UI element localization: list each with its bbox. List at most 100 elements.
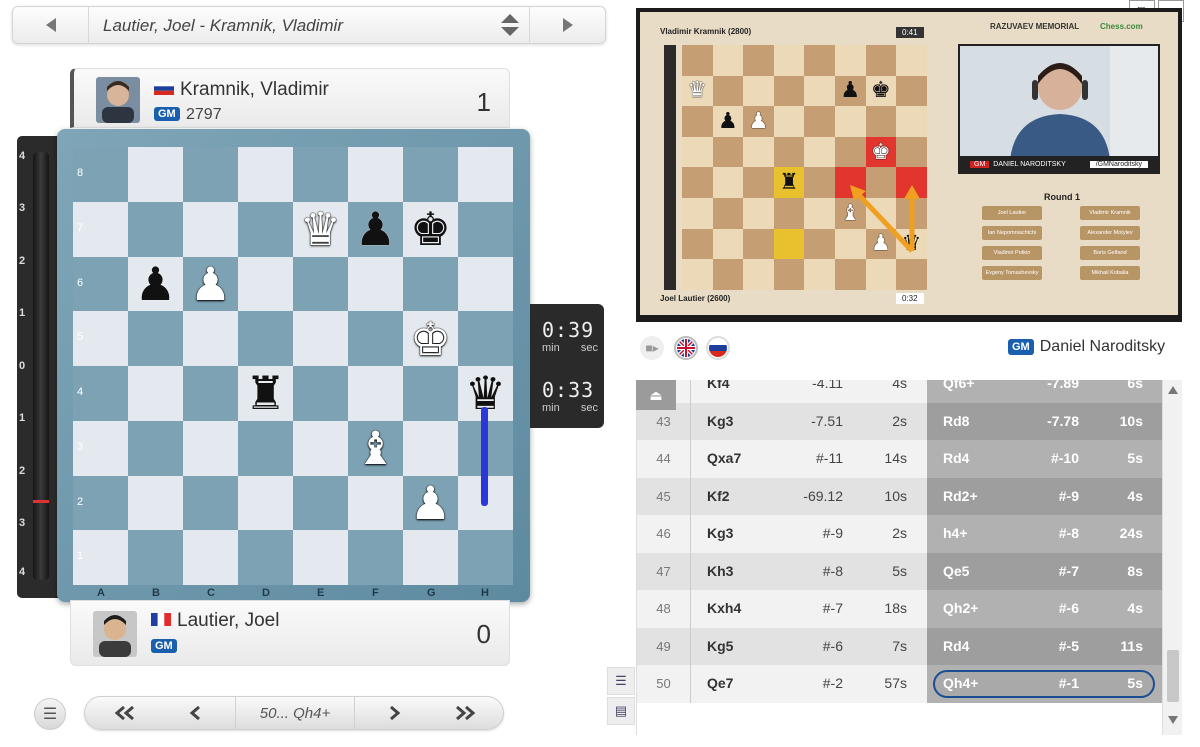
square-c3[interactable] — [183, 420, 238, 476]
white-queen-piece[interactable]: ♛ — [300, 206, 341, 252]
white-move-cell[interactable]: Kf4 -4.11 4s — [691, 380, 927, 403]
square-a2[interactable]: 2 — [73, 475, 128, 531]
square-e7[interactable]: ♛ — [293, 201, 348, 257]
black-move-cell[interactable]: Qh2+ #-6 4s — [927, 590, 1162, 628]
square-g5[interactable]: ♚ — [403, 311, 458, 366]
white-move-cell[interactable]: Kxh4 #-7 18s — [691, 590, 927, 628]
square-c4[interactable] — [183, 366, 238, 421]
square-f1[interactable] — [348, 530, 403, 585]
square-g1[interactable] — [403, 530, 458, 585]
black-move-cell[interactable]: Qe5 #-7 8s — [927, 552, 1162, 590]
square-h1[interactable] — [458, 530, 513, 585]
square-e4[interactable] — [293, 366, 348, 421]
square-c1[interactable] — [183, 530, 238, 585]
black-pawn-piece[interactable]: ♟ — [355, 206, 396, 252]
white-move-cell[interactable]: Kf2 -69.12 10s — [691, 477, 927, 515]
black-move-cell[interactable]: h4+ #-8 24s — [927, 515, 1162, 553]
white-pawn-piece[interactable]: ♟ — [410, 480, 451, 526]
game-selector[interactable]: Lautier, Joel - Kramnik, Vladimir — [12, 6, 606, 44]
previous-move-button[interactable] — [165, 697, 225, 729]
square-f4[interactable] — [348, 366, 403, 421]
square-d7[interactable] — [238, 201, 293, 257]
square-e8[interactable] — [293, 147, 348, 202]
white-pawn-piece[interactable]: ♟ — [190, 261, 231, 307]
square-d4[interactable]: ♜ — [238, 366, 293, 421]
white-move-cell[interactable]: Qe7 #-2 57s — [691, 665, 927, 703]
chat-view-button[interactable]: ▤ — [607, 697, 635, 725]
black-move-cell[interactable]: Rd4 #-5 11s — [927, 627, 1162, 665]
square-a4[interactable]: 4 — [73, 366, 128, 421]
square-d8[interactable] — [238, 147, 293, 202]
square-e1[interactable] — [293, 530, 348, 585]
first-move-button[interactable] — [95, 697, 155, 729]
square-d2[interactable] — [238, 475, 293, 531]
last-move-button[interactable] — [435, 697, 495, 729]
square-h5[interactable] — [458, 311, 513, 366]
notation-view-button[interactable]: ☰ — [607, 667, 635, 695]
black-rook-piece[interactable]: ♜ — [245, 370, 286, 416]
square-a6[interactable]: 6 — [73, 256, 128, 312]
scroll-up-button[interactable]: ⏏ — [636, 380, 676, 410]
white-king-piece[interactable]: ♚ — [410, 316, 451, 362]
menu-button[interactable]: ☰ — [34, 698, 66, 730]
square-a7[interactable]: 7 — [73, 201, 128, 257]
game-title[interactable]: Lautier, Joel - Kramnik, Vladimir — [103, 16, 343, 36]
square-d6[interactable] — [238, 256, 293, 312]
square-h6[interactable] — [458, 256, 513, 312]
square-d1[interactable] — [238, 530, 293, 585]
square-a1[interactable]: 1 — [73, 530, 128, 585]
black-move-cell[interactable]: Rd4 #-10 5s — [927, 440, 1162, 478]
square-a8[interactable]: 8 — [73, 147, 128, 202]
english-stream-button[interactable] — [674, 336, 698, 360]
square-d3[interactable] — [238, 420, 293, 476]
white-bishop-piece[interactable]: ♝ — [355, 425, 396, 471]
square-f8[interactable] — [348, 147, 403, 202]
square-b1[interactable] — [128, 530, 183, 585]
black-move-cell[interactable]: Rd2+ #-9 4s — [927, 477, 1162, 515]
black-move-cell[interactable]: Qf6+ -7.89 6s — [927, 380, 1162, 403]
square-f3[interactable]: ♝ — [348, 420, 403, 476]
square-f7[interactable]: ♟ — [348, 201, 403, 257]
next-move-button[interactable] — [365, 697, 425, 729]
white-move-cell[interactable]: Kh3 #-8 5s — [691, 552, 927, 590]
white-move-cell[interactable]: Kg3 -7.51 2s — [691, 402, 927, 440]
square-a3[interactable]: 3 — [73, 420, 128, 476]
black-king-piece[interactable]: ♚ — [410, 206, 451, 252]
broadcast-video[interactable]: Vladimir Kramnik (2800) 0:41 ♛♟♚♟♟♚♜♝♟♛ … — [636, 8, 1182, 322]
moves-scrollbar[interactable] — [1162, 380, 1182, 735]
square-g7[interactable]: ♚ — [403, 201, 458, 257]
square-c2[interactable] — [183, 475, 238, 531]
square-c5[interactable] — [183, 311, 238, 366]
square-e5[interactable] — [293, 311, 348, 366]
square-b5[interactable] — [128, 311, 183, 366]
square-g3[interactable] — [403, 420, 458, 476]
scrollbar-thumb[interactable] — [1167, 650, 1179, 702]
square-b6[interactable]: ♟ — [128, 256, 183, 312]
square-f2[interactable] — [348, 475, 403, 531]
chess-board[interactable]: 8 7 ♛ ♟ ♚ 6 ♟ ♟ 5 ♚ 4 ♜ ♛ 3 ♝ 2 ♟ 1 — [73, 147, 513, 585]
square-g4[interactable] — [403, 366, 458, 421]
next-game-button[interactable] — [529, 7, 605, 43]
square-b2[interactable] — [128, 475, 183, 531]
square-c8[interactable] — [183, 147, 238, 202]
square-a5[interactable]: 5 — [73, 311, 128, 366]
square-b8[interactable] — [128, 147, 183, 202]
square-d5[interactable] — [238, 311, 293, 366]
square-g6[interactable] — [403, 256, 458, 312]
black-move-cell[interactable]: Rd8 -7.78 10s — [927, 402, 1162, 440]
sort-updown-icon[interactable] — [499, 13, 521, 37]
square-h8[interactable] — [458, 147, 513, 202]
square-g8[interactable] — [403, 147, 458, 202]
black-pawn-piece[interactable]: ♟ — [135, 261, 176, 307]
black-move-cell[interactable]: Qh4+ #-1 5s — [927, 665, 1162, 703]
square-e6[interactable] — [293, 256, 348, 312]
camera-toggle-button[interactable]: ■▸ — [640, 336, 664, 360]
square-b7[interactable] — [128, 201, 183, 257]
white-move-cell[interactable]: Qxa7 #-11 14s — [691, 440, 927, 478]
square-f6[interactable] — [348, 256, 403, 312]
square-g2[interactable]: ♟ — [403, 475, 458, 531]
square-f5[interactable] — [348, 311, 403, 366]
square-b4[interactable] — [128, 366, 183, 421]
square-c7[interactable] — [183, 201, 238, 257]
square-b3[interactable] — [128, 420, 183, 476]
